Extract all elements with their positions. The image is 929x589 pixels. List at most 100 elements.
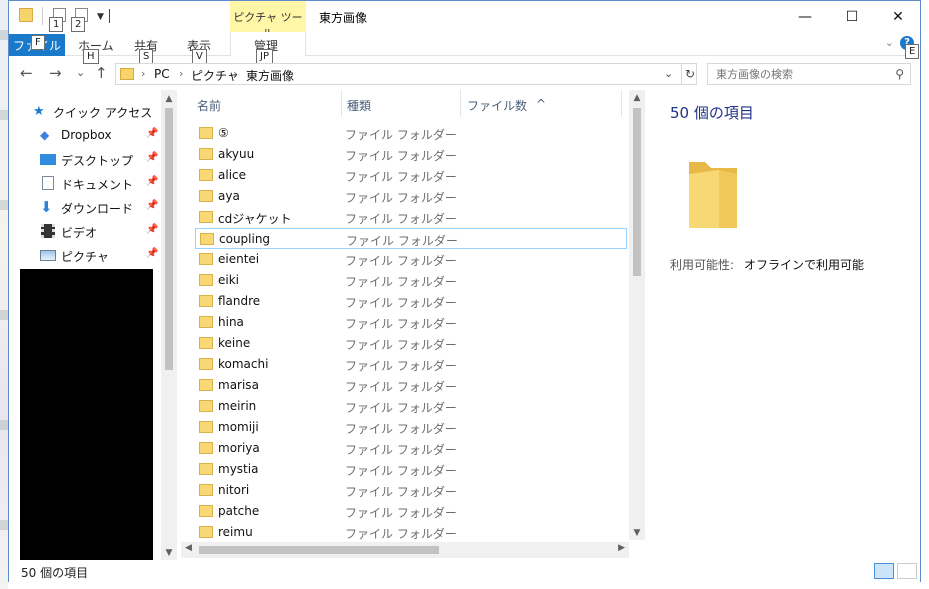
scroll-down-icon[interactable]: ▼ <box>629 528 645 538</box>
title-bar: 1 2 ▼ ピクチャ ツール 東方画像 — ☐ ✕ <box>9 1 921 40</box>
table-row[interactable]: reimu ファイル フォルダー <box>195 522 627 543</box>
folder-icon <box>199 295 213 307</box>
table-row[interactable]: mystia ファイル フォルダー <box>195 459 627 480</box>
folder-icon <box>689 162 737 228</box>
breadcrumb-pc[interactable]: PC <box>154 67 170 81</box>
scroll-left-icon[interactable]: ◀ <box>185 543 192 553</box>
pin-icon[interactable]: 📌 <box>146 224 158 235</box>
file-name: coupling <box>219 232 271 246</box>
navpane-scrollbar[interactable]: ▲ ▼ <box>161 90 177 560</box>
chevron-right-icon[interactable]: › <box>233 67 237 80</box>
table-row[interactable]: eientei ファイル フォルダー <box>195 249 627 270</box>
nav-item-label: クイック アクセス <box>53 106 153 120</box>
address-bar[interactable]: › PC › ピクチャ › 東方画像 ⌄ ↻ <box>115 63 697 85</box>
nav-item-dropbox[interactable]: ◆ Dropbox 📌 <box>9 124 159 146</box>
search-icon[interactable]: ⚲ <box>895 67 904 81</box>
table-row[interactable]: komachi ファイル フォルダー <box>195 354 627 375</box>
scroll-down-icon[interactable]: ▼ <box>161 548 177 558</box>
divider[interactable] <box>621 90 622 117</box>
nav-item-documents[interactable]: ドキュメント 📌 <box>9 172 159 194</box>
recent-locations-button[interactable]: ⌄ <box>76 66 85 79</box>
refresh-button[interactable]: ↻ <box>681 64 698 84</box>
details-view-button[interactable] <box>874 563 894 579</box>
pin-icon[interactable]: 📌 <box>146 248 158 259</box>
table-row[interactable]: meirin ファイル フォルダー <box>195 396 627 417</box>
scroll-up-icon[interactable]: ▲ <box>629 93 645 103</box>
qat-dropdown-icon[interactable]: ▼ <box>97 12 104 22</box>
file-type: ファイル フォルダー <box>346 234 458 248</box>
divider[interactable] <box>341 90 342 117</box>
nav-item-desktop[interactable]: デスクトップ 📌 <box>9 148 159 170</box>
pin-icon[interactable]: 📌 <box>146 200 158 211</box>
nav-item-pictures[interactable]: ピクチャ 📌 <box>9 244 159 266</box>
table-row[interactable]: hina ファイル フォルダー <box>195 312 627 333</box>
star-icon: ★ <box>33 104 45 119</box>
table-row[interactable]: patche ファイル フォルダー <box>195 501 627 522</box>
file-name: hina <box>218 315 244 329</box>
nav-item-quick-access[interactable]: ★ クイック アクセス <box>9 100 159 122</box>
scroll-right-icon[interactable]: ▶ <box>618 543 625 553</box>
table-row[interactable]: alice ファイル フォルダー <box>195 165 627 186</box>
breadcrumb-touhou[interactable]: 東方画像 <box>246 67 294 84</box>
column-name[interactable]: 名前 <box>197 97 221 114</box>
close-button[interactable]: ✕ <box>875 1 921 32</box>
nav-item-label: ピクチャ <box>61 250 109 264</box>
list-scrollbar[interactable]: ▲ ▼ <box>629 90 645 540</box>
file-type: ファイル フォルダー <box>345 401 457 415</box>
file-name: alice <box>218 168 247 182</box>
table-row[interactable]: cdジャケット ファイル フォルダー <box>195 207 627 228</box>
back-button[interactable]: ← <box>20 64 33 82</box>
table-row[interactable]: akyuu ファイル フォルダー <box>195 144 627 165</box>
up-button[interactable]: ↑ <box>95 64 108 82</box>
table-row[interactable]: momiji ファイル フォルダー <box>195 417 627 438</box>
scrollbar-thumb[interactable] <box>633 108 641 276</box>
pin-icon[interactable]: 📌 <box>146 152 158 163</box>
divider[interactable] <box>460 90 461 117</box>
file-name: reimu <box>218 525 253 539</box>
forward-button[interactable]: → <box>49 64 62 82</box>
table-row[interactable]: ⑤ ファイル フォルダー <box>195 123 627 144</box>
nav-item-videos[interactable]: ビデオ 📌 <box>9 220 159 242</box>
file-name: akyuu <box>218 147 255 161</box>
nav-item-downloads[interactable]: ⬇ ダウンロード 📌 <box>9 196 159 218</box>
minimize-button[interactable]: — <box>782 1 828 32</box>
expand-ribbon-icon[interactable]: ⌄ <box>885 36 894 49</box>
table-row[interactable]: keine ファイル フォルダー <box>195 333 627 354</box>
large-icons-view-button[interactable] <box>897 563 917 579</box>
chevron-down-icon[interactable]: ⌄ <box>664 67 673 80</box>
nav-item-label: ビデオ <box>61 226 98 240</box>
file-type: ファイル フォルダー <box>345 275 457 289</box>
column-type[interactable]: 種類 <box>347 97 371 114</box>
table-row[interactable]: coupling ファイル フォルダー <box>195 228 627 249</box>
search-box: ⚲ <box>707 63 911 85</box>
maximize-button[interactable]: ☐ <box>829 1 875 32</box>
file-type: ファイル フォルダー <box>345 170 457 184</box>
table-row[interactable]: eiki ファイル フォルダー <box>195 270 627 291</box>
navigation-pane: ★ クイック アクセス ◆ Dropbox 📌 デスクトップ 📌 ドキュメント … <box>9 90 177 560</box>
window-title: 東方画像 <box>319 11 368 25</box>
table-row[interactable]: marisa ファイル フォルダー <box>195 375 627 396</box>
table-row[interactable]: moriya ファイル フォルダー <box>195 438 627 459</box>
folder-icon <box>199 337 213 349</box>
scrollbar-thumb[interactable] <box>199 546 439 554</box>
video-icon <box>41 224 55 238</box>
horizontal-scrollbar[interactable]: ◀ ▶ <box>181 542 629 558</box>
folder-icon <box>19 8 33 22</box>
chevron-right-icon[interactable]: › <box>141 67 145 80</box>
table-row[interactable]: flandre ファイル フォルダー <box>195 291 627 312</box>
scrollbar-thumb[interactable] <box>165 108 173 370</box>
search-input[interactable] <box>708 64 888 84</box>
picture-icon <box>40 250 56 261</box>
pin-icon[interactable]: 📌 <box>146 176 158 187</box>
file-name: aya <box>218 189 240 203</box>
scroll-up-icon[interactable]: ▲ <box>161 94 177 104</box>
folder-icon <box>199 400 213 412</box>
chevron-right-icon[interactable]: › <box>179 67 183 80</box>
file-name: moriya <box>218 441 260 455</box>
column-file-count[interactable]: ファイル数 <box>467 97 527 114</box>
table-row[interactable]: aya ファイル フォルダー <box>195 186 627 207</box>
table-row[interactable]: nitori ファイル フォルダー <box>195 480 627 501</box>
breadcrumb-pictures[interactable]: ピクチャ <box>191 67 239 84</box>
keytip-2: 2 <box>71 17 86 32</box>
pin-icon[interactable]: 📌 <box>146 128 158 139</box>
